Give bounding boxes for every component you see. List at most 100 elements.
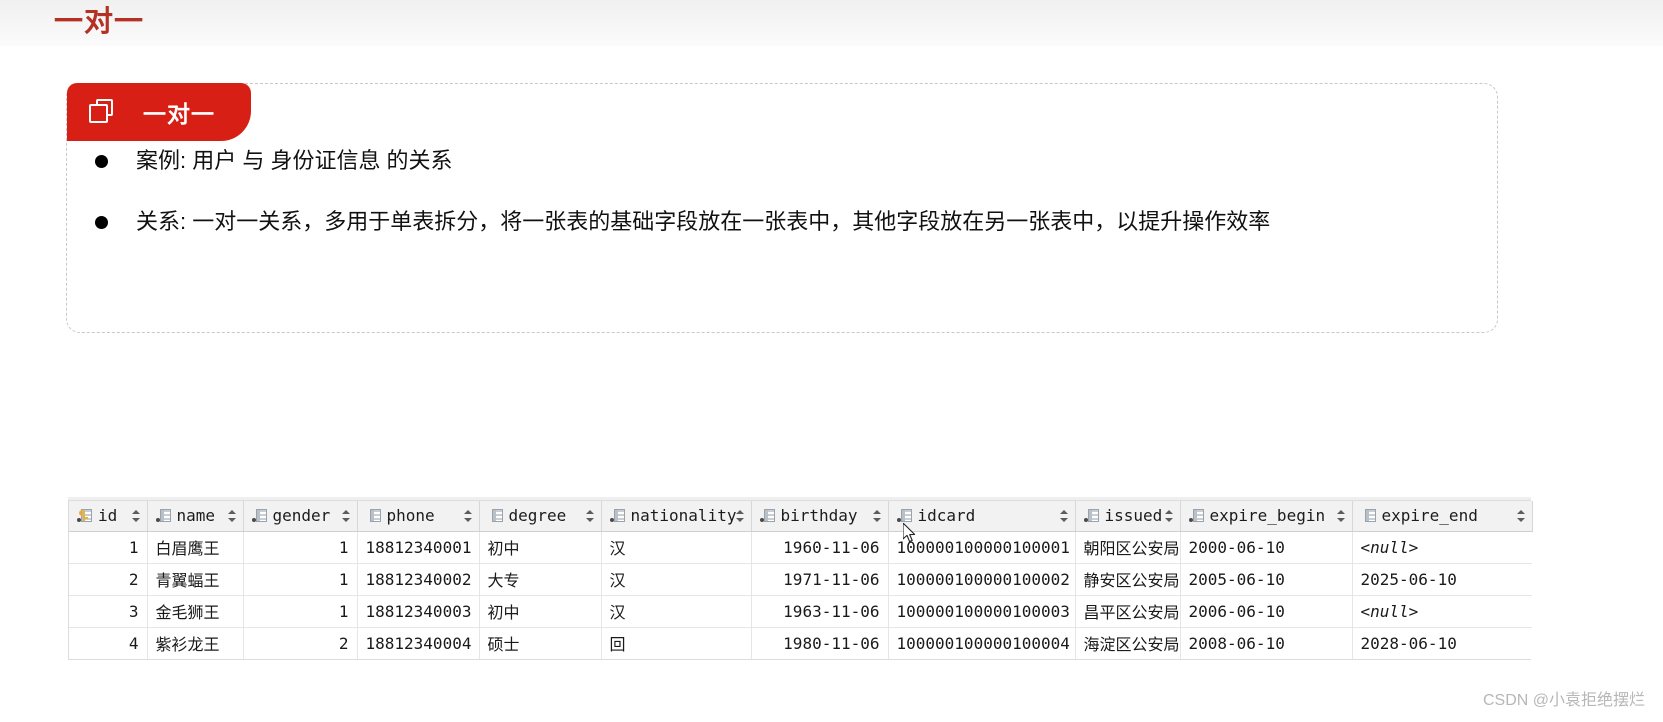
cell-idcard[interactable]: 100000100000100004 — [888, 627, 1076, 659]
sort-toggle-icon[interactable] — [872, 509, 882, 523]
cell-name[interactable]: 白眉鹰王 — [147, 531, 244, 564]
cell-nationality[interactable]: 回 — [601, 627, 752, 659]
sort-toggle-icon[interactable] — [1336, 509, 1346, 523]
column-header-degree[interactable]: degree — [479, 501, 602, 532]
column-header-label: gender — [272, 506, 331, 526]
cell-birthday[interactable]: 1971-11-06 — [751, 563, 889, 596]
card-badge: 一对一 — [67, 83, 251, 141]
cell-id[interactable]: 1 — [69, 531, 148, 564]
cell-id[interactable]: 4 — [69, 627, 148, 659]
layers-icon — [89, 99, 117, 125]
cell-issued[interactable]: 昌平区公安局 — [1075, 595, 1181, 628]
column-header-idcard[interactable]: idcard — [888, 501, 1076, 532]
cell-gender[interactable]: 2 — [243, 627, 358, 659]
cell-birthday[interactable]: 1963-11-06 — [751, 595, 889, 628]
column-icon — [1188, 508, 1204, 523]
card-badge-label: 一对一 — [143, 101, 215, 127]
cell-gender[interactable]: 1 — [243, 531, 358, 564]
cell-idcard[interactable]: 100000100000100003 — [888, 595, 1076, 628]
cell-phone[interactable]: 18812340001 — [357, 531, 480, 564]
cell-phone[interactable]: 18812340004 — [357, 627, 480, 659]
cell-birthday[interactable]: 1960-11-06 — [751, 531, 889, 564]
sort-toggle-icon[interactable] — [131, 509, 141, 523]
cell-birthday[interactable]: 1980-11-06 — [751, 627, 889, 659]
sort-toggle-icon[interactable] — [341, 509, 351, 523]
column-header-nationality[interactable]: nationality — [601, 501, 752, 532]
column-header-phone[interactable]: phone — [357, 501, 480, 532]
cell-nationality[interactable]: 汉 — [601, 563, 752, 596]
cell-degree[interactable]: 初中 — [479, 595, 602, 628]
content-card: 一对一 案例: 用户 与 身份证信息 的关系 关系: 一对一关系，多用于单表拆分… — [66, 83, 1498, 333]
column-header-issued[interactable]: issued — [1075, 501, 1181, 532]
cell-expire_end[interactable]: 2025-06-10 — [1352, 563, 1532, 596]
cell-issued[interactable]: 朝阳区公安局 — [1075, 531, 1181, 564]
list-item: 关系: 一对一关系，多用于单表拆分，将一张表的基础字段放在一张表中，其他字段放在… — [67, 207, 1497, 237]
cell-gender[interactable]: 1 — [243, 595, 358, 628]
cell-expire_end[interactable]: <null> — [1352, 595, 1532, 628]
cell-expire_begin[interactable]: 2006-06-10 — [1180, 595, 1353, 628]
cell-degree[interactable]: 初中 — [479, 531, 602, 564]
column-icon — [1083, 508, 1099, 523]
sort-toggle-icon[interactable] — [1164, 509, 1174, 523]
primary-key-column-icon — [77, 508, 92, 523]
cell-degree[interactable]: 硕士 — [479, 627, 602, 659]
cell-id[interactable]: 2 — [69, 563, 148, 596]
sort-toggle-icon[interactable] — [227, 509, 237, 523]
column-header-expire_end[interactable]: expire_end — [1352, 501, 1533, 532]
column-header-expire_begin[interactable]: expire_begin — [1180, 501, 1353, 532]
cell-id[interactable]: 3 — [69, 595, 148, 628]
cell-phone[interactable]: 18812340002 — [357, 563, 480, 596]
watermark: CSDN @小袁拒绝摆烂 — [1482, 692, 1645, 709]
column-header-label: expire_end — [1381, 506, 1478, 526]
cell-name[interactable]: 紫衫龙王 — [147, 627, 244, 659]
cell-nationality[interactable]: 汉 — [601, 531, 752, 564]
column-header-label: phone — [386, 506, 435, 526]
column-header-label: expire_begin — [1209, 506, 1326, 526]
table-row[interactable]: 3 金毛狮王 1 18812340003 初中汉 1963-11-06 1000001000… — [69, 595, 1532, 628]
cell-issued[interactable]: 海淀区公安局 — [1075, 627, 1181, 659]
table-row[interactable]: 4 紫衫龙王 2 18812340004 硕士回 1980-11-06 1000001000… — [69, 627, 1532, 659]
column-icon — [155, 508, 171, 523]
cell-name[interactable]: 金毛狮王 — [147, 595, 244, 628]
cell-expire_begin[interactable]: 2005-06-10 — [1180, 563, 1353, 596]
table-row[interactable]: 2 青翼蝠王 1 18812340002 大专汉 1971-11-06 1000001000… — [69, 563, 1532, 596]
table-row[interactable]: 1 白眉鹰王 1 18812340001 初中汉 1960-11-06 1000001000… — [69, 531, 1532, 564]
cell-nationality[interactable]: 汉 — [601, 595, 752, 628]
slide-header: 一对一 — [0, 0, 1663, 46]
bullet-list: 案例: 用户 与 身份证信息 的关系 关系: 一对一关系，多用于单表拆分，将一张… — [67, 146, 1497, 268]
bullet-text: 关系: 一对一关系，多用于单表拆分，将一张表的基础字段放在一张表中，其他字段放在… — [136, 209, 1271, 234]
cell-gender[interactable]: 1 — [243, 563, 358, 596]
column-header-label: degree — [508, 506, 567, 526]
column-header-name[interactable]: name — [147, 501, 244, 532]
sort-toggle-icon[interactable] — [1516, 509, 1526, 523]
sort-toggle-icon[interactable] — [1059, 509, 1069, 523]
cell-expire_end[interactable]: <null> — [1352, 531, 1532, 564]
cell-issued[interactable]: 静安区公安局 — [1075, 563, 1181, 596]
column-header-label: idcard — [917, 506, 976, 526]
cell-idcard[interactable]: 100000100000100002 — [888, 563, 1076, 596]
column-header-id[interactable]: id — [69, 501, 148, 532]
cell-idcard[interactable]: 100000100000100001 — [888, 531, 1076, 564]
cell-expire_begin[interactable]: 2008-06-10 — [1180, 627, 1353, 659]
sort-toggle-icon[interactable] — [585, 509, 595, 523]
column-header-label: birthday — [780, 506, 858, 526]
sort-toggle-icon[interactable] — [463, 509, 473, 523]
column-header-label: nationality — [630, 506, 737, 526]
column-header-birthday[interactable]: birthday — [751, 501, 889, 532]
result-table: id name gender phone degree nationality birthd… — [69, 501, 1533, 659]
column-icon — [609, 508, 625, 523]
column-header-gender[interactable]: gender — [243, 501, 358, 532]
column-plain-icon — [1361, 508, 1376, 523]
cell-name[interactable]: 青翼蝠王 — [147, 563, 244, 596]
sort-toggle-icon[interactable] — [736, 509, 745, 523]
page-title: 一对一 — [54, 6, 145, 38]
result-grid: id name gender phone degree nationality birthd… — [68, 500, 1533, 660]
list-item: 案例: 用户 与 身份证信息 的关系 — [67, 146, 1497, 176]
column-icon — [896, 508, 912, 523]
column-header-label: id — [98, 506, 118, 526]
cell-expire_begin[interactable]: 2000-06-10 — [1180, 531, 1353, 564]
cell-degree[interactable]: 大专 — [479, 563, 602, 596]
cell-expire_end[interactable]: 2028-06-10 — [1352, 627, 1532, 659]
cell-phone[interactable]: 18812340003 — [357, 595, 480, 628]
column-header-label: issued — [1104, 506, 1163, 526]
